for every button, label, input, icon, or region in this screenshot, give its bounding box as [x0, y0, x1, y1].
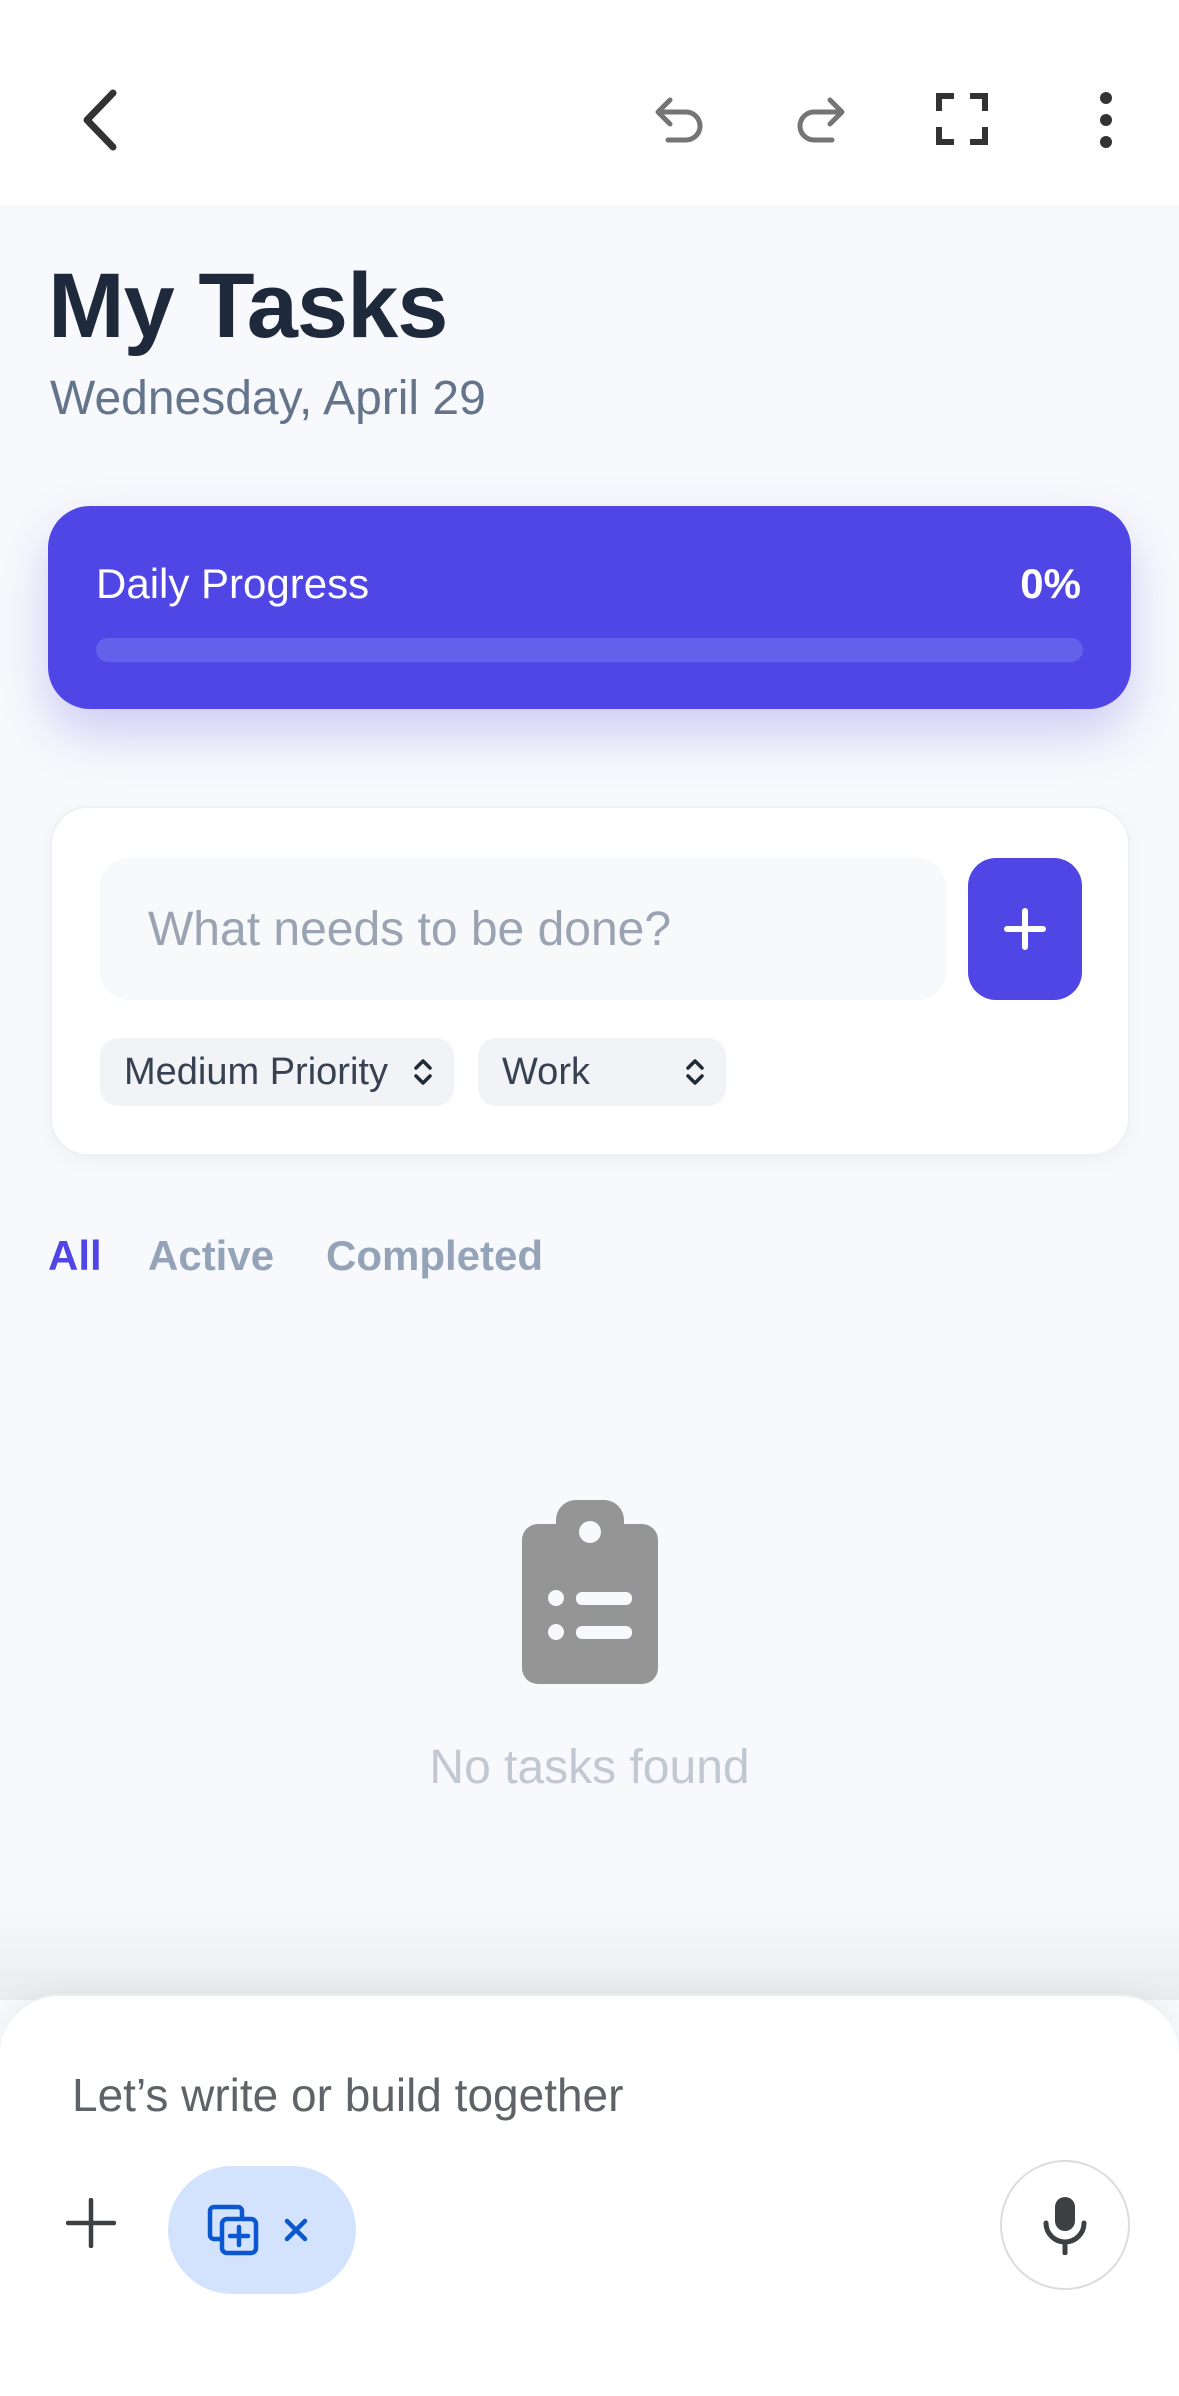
category-select[interactable]: Work — [478, 1038, 726, 1106]
composer-add-button[interactable] — [60, 2192, 122, 2254]
undo-icon — [655, 97, 703, 143]
back-button[interactable] — [60, 70, 140, 170]
fullscreen-icon — [936, 93, 988, 145]
composer-panel: Let’s write or build together — [0, 1994, 1179, 2396]
clipboard-list-icon — [522, 1500, 658, 1684]
close-icon[interactable] — [282, 2216, 310, 2244]
category-select-value: Work — [502, 1050, 590, 1093]
composer-input[interactable]: Let’s write or build together — [72, 2068, 623, 2122]
composer-shadow — [0, 1900, 1179, 2000]
tab-completed[interactable]: Completed — [326, 1232, 543, 1280]
priority-select-value: Medium Priority — [124, 1050, 388, 1093]
canvas-chip[interactable] — [168, 2166, 356, 2294]
current-date: Wednesday, April 29 — [50, 372, 486, 425]
mic-icon — [1043, 2197, 1087, 2255]
add-task-card: Medium Priority Work — [50, 806, 1130, 1156]
redo-icon — [797, 97, 845, 143]
daily-progress-card: Daily Progress 0% — [48, 506, 1131, 709]
empty-state-text: No tasks found — [429, 1741, 750, 1794]
tab-active[interactable]: Active — [148, 1232, 274, 1280]
plus-icon — [1004, 908, 1046, 950]
progress-bar — [96, 638, 1083, 662]
undo-button[interactable] — [640, 84, 720, 154]
more-options-button[interactable] — [1066, 80, 1146, 160]
app-screen: My Tasks Wednesday, April 29 Daily Progr… — [0, 0, 1179, 2396]
chevron-left-icon — [83, 89, 117, 151]
redo-button[interactable] — [780, 84, 860, 154]
more-vert-icon — [1100, 92, 1112, 148]
priority-select[interactable]: Medium Priority — [100, 1038, 454, 1106]
fullscreen-button[interactable] — [922, 84, 1002, 154]
mic-button[interactable] — [1000, 2160, 1130, 2290]
top-toolbar — [0, 0, 1179, 205]
chevron-up-down-icon — [414, 1059, 432, 1085]
progress-label: Daily Progress — [96, 560, 370, 607]
canvas-add-icon — [207, 2204, 259, 2256]
page-title: My Tasks — [48, 255, 448, 357]
add-task-button[interactable] — [968, 858, 1082, 1000]
plus-icon — [66, 2198, 116, 2248]
chevron-up-down-icon — [686, 1059, 704, 1085]
progress-percent: 0% — [1020, 560, 1081, 607]
tab-all[interactable]: All — [48, 1232, 102, 1280]
new-task-input[interactable] — [100, 858, 946, 1000]
